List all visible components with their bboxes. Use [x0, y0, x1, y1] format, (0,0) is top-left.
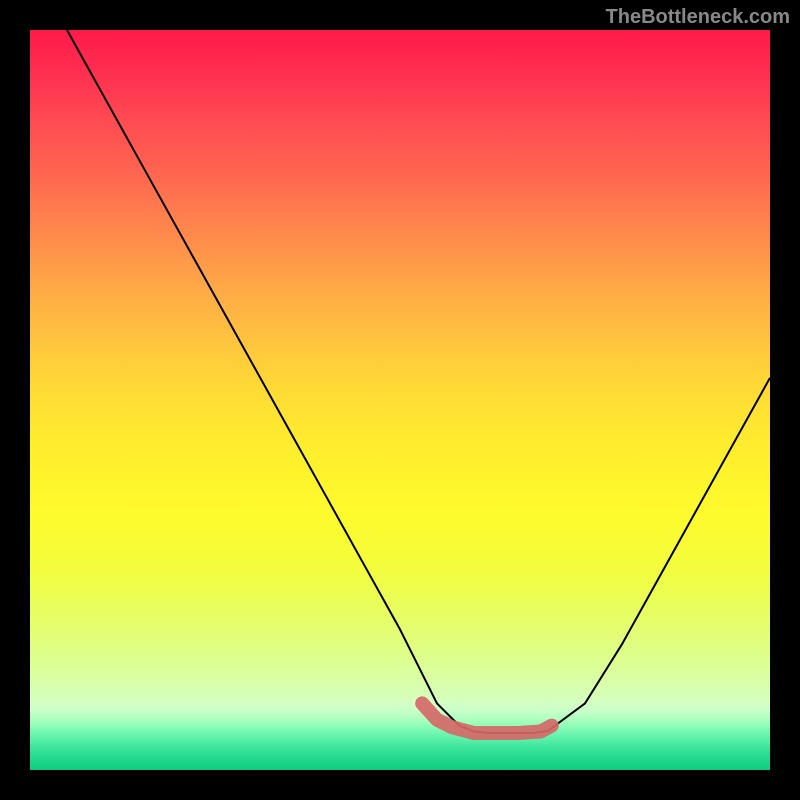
bottleneck-curve	[67, 30, 770, 733]
chart-container: TheBottleneck.com	[0, 0, 800, 800]
plot-area	[30, 30, 770, 770]
watermark-text: TheBottleneck.com	[606, 6, 790, 29]
chart-svg	[30, 30, 770, 770]
